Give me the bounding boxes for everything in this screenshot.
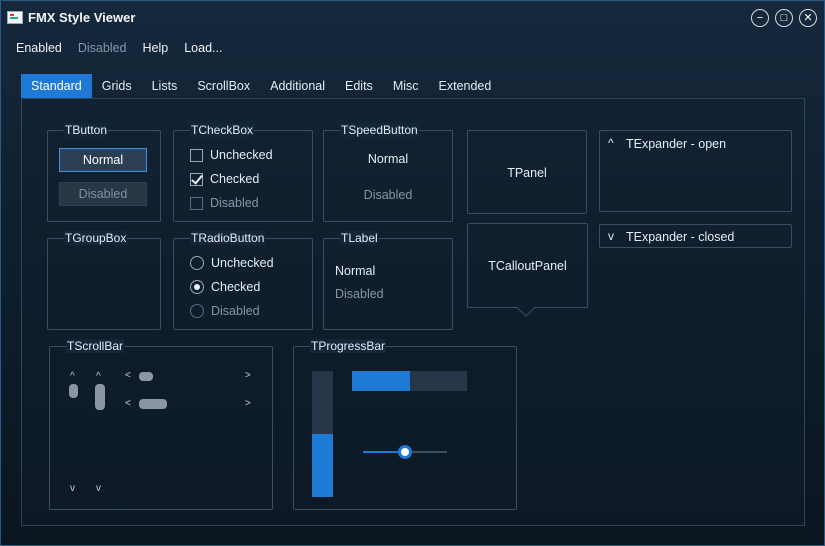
radio-disabled[interactable]: Disabled	[190, 304, 260, 318]
checkbox-unchecked[interactable]: Unchecked	[190, 148, 273, 162]
menu-disabled[interactable]: Disabled	[78, 41, 127, 55]
tgroupbox: TGroupBox	[47, 231, 161, 330]
tbutton-group: TButton Normal Disabled	[47, 123, 161, 222]
tscrollbar-group: TScrollBar ^ v ^ v < > < >	[49, 339, 273, 510]
minimize-button[interactable]: −	[751, 9, 769, 27]
checkbox-disabled[interactable]: Disabled	[190, 196, 259, 210]
horizontal-progressbar	[352, 371, 467, 391]
tlabel-group: TLabel Normal Disabled	[323, 231, 453, 330]
scroll-down-icon[interactable]: v	[70, 484, 75, 494]
tspeedbutton-group: TSpeedButton Normal Disabled	[323, 123, 453, 222]
checkbox-label: Disabled	[210, 196, 259, 210]
radio-label: Unchecked	[211, 256, 274, 270]
horizontal-scrollbar-thumb[interactable]	[139, 399, 167, 409]
menu-enabled[interactable]: Enabled	[16, 41, 62, 55]
tcheckbox-group: TCheckBox Unchecked Checked Disabled	[173, 123, 313, 222]
radio-unchecked[interactable]: Unchecked	[190, 256, 274, 270]
scroll-right-icon[interactable]: >	[245, 371, 251, 381]
label-disabled: Disabled	[335, 287, 384, 301]
tspeedbutton-legend: TSpeedButton	[340, 123, 419, 137]
main-window: FMX Style Viewer − □ ✕ Enabled Disabled …	[0, 0, 825, 546]
vertical-progressbar-fill	[312, 434, 333, 497]
texpander-open: ^ TExpander - open	[599, 130, 792, 212]
vertical-progressbar	[312, 371, 333, 497]
tbutton-legend: TButton	[64, 123, 109, 137]
radio-circle-disabled[interactable]	[190, 304, 204, 318]
normal-button[interactable]: Normal	[59, 148, 147, 172]
window-title: FMX Style Viewer	[28, 10, 136, 25]
scroll-left-icon[interactable]: <	[125, 399, 131, 409]
texpander-closed[interactable]: v TExpander - closed	[599, 224, 792, 248]
close-button[interactable]: ✕	[799, 9, 817, 27]
vertical-scrollbar-thumb[interactable]	[95, 384, 105, 410]
speedbutton-disabled[interactable]: Disabled	[324, 188, 452, 202]
disabled-button[interactable]: Disabled	[59, 182, 147, 206]
checkbox-box-disabled[interactable]	[190, 196, 203, 210]
tscrollbar-legend: TScrollBar	[66, 339, 125, 353]
trackbar-thumb[interactable]	[398, 445, 412, 459]
horizontal-scrollbar-thumb-small[interactable]	[139, 372, 153, 381]
tab-bar: Standard Grids Lists ScrollBox Additiona…	[21, 74, 501, 98]
checkbox-checked[interactable]: Checked	[190, 172, 259, 186]
radio-label: Checked	[211, 280, 261, 294]
chevron-down-icon[interactable]: v	[608, 229, 614, 243]
tab-grids[interactable]: Grids	[92, 74, 142, 98]
tradiobutton-group: TRadioButton Unchecked Checked Disabled	[173, 231, 313, 330]
scroll-up-icon[interactable]: ^	[96, 372, 101, 382]
menu-bar: Enabled Disabled Help Load...	[16, 41, 238, 55]
tpanel-label: TPanel	[507, 166, 547, 180]
label-normal: Normal	[335, 264, 376, 278]
tab-additional[interactable]: Additional	[260, 74, 335, 98]
maximize-button[interactable]: □	[775, 9, 793, 27]
tab-misc[interactable]: Misc	[383, 74, 429, 98]
tab-extended[interactable]: Extended	[429, 74, 502, 98]
checkbox-box[interactable]	[190, 148, 203, 162]
vertical-scrollbar-thumb-small[interactable]	[69, 384, 78, 398]
checkbox-label: Checked	[210, 172, 260, 186]
tpanel: TPanel	[467, 130, 587, 214]
checkbox-label: Unchecked	[210, 148, 273, 162]
tgroupbox-legend: TGroupBox	[64, 231, 128, 245]
tlabel-legend: TLabel	[340, 231, 379, 245]
horizontal-progressbar-fill	[352, 371, 410, 391]
checkbox-box-checked[interactable]	[190, 172, 203, 186]
trackbar-track[interactable]	[363, 445, 447, 459]
tab-edits[interactable]: Edits	[335, 74, 383, 98]
tcheckbox-legend: TCheckBox	[190, 123, 255, 137]
tcalloutpanel-label: TCalloutPanel	[488, 259, 567, 273]
scroll-left-icon[interactable]: <	[125, 371, 131, 381]
chevron-up-icon[interactable]: ^	[608, 136, 614, 150]
texpander-closed-label[interactable]: TExpander - closed	[626, 230, 734, 244]
scroll-down-icon[interactable]: v	[96, 484, 101, 494]
menu-help[interactable]: Help	[143, 41, 169, 55]
tprogressbar-legend: TProgressBar	[310, 339, 387, 353]
speedbutton-normal[interactable]: Normal	[324, 152, 452, 166]
tab-content-standard: TButton Normal Disabled TCheckBox Unchec…	[21, 98, 805, 526]
menu-load[interactable]: Load...	[184, 41, 222, 55]
tab-scrollbox[interactable]: ScrollBox	[187, 74, 260, 98]
tab-standard[interactable]: Standard	[21, 74, 92, 98]
scroll-up-icon[interactable]: ^	[70, 372, 75, 382]
tab-lists[interactable]: Lists	[142, 74, 188, 98]
radio-circle-checked[interactable]	[190, 280, 204, 294]
radio-checked[interactable]: Checked	[190, 280, 260, 294]
tprogressbar-group: TProgressBar	[293, 339, 517, 510]
tcalloutpanel: TCalloutPanel	[467, 223, 588, 321]
tradiobutton-legend: TRadioButton	[190, 231, 266, 245]
texpander-open-label[interactable]: TExpander - open	[626, 137, 726, 151]
radio-circle[interactable]	[190, 256, 204, 270]
title-bar: FMX Style Viewer − □ ✕	[1, 1, 824, 35]
scroll-right-icon[interactable]: >	[245, 399, 251, 409]
app-icon	[7, 11, 23, 24]
radio-label: Disabled	[211, 304, 260, 318]
